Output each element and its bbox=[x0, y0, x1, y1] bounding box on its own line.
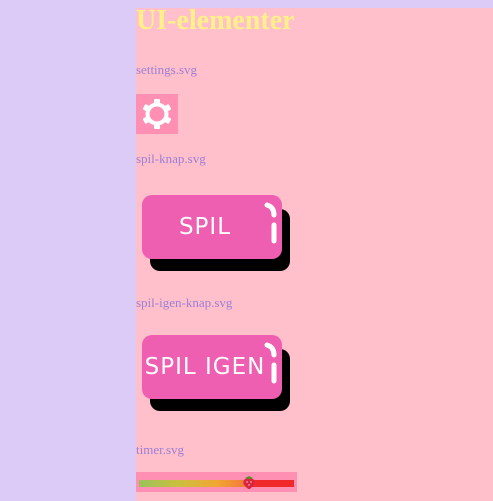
play-again-button[interactable]: SPIL IGEN bbox=[136, 335, 296, 415]
play-again-button-label: SPIL IGEN bbox=[144, 354, 266, 380]
button-shine-icon bbox=[264, 202, 277, 244]
play-button-label: SPIL bbox=[178, 214, 232, 240]
timer-caption: timer.svg bbox=[136, 442, 185, 457]
timer-fill bbox=[139, 480, 250, 487]
timer-track bbox=[139, 480, 294, 487]
settings-button[interactable] bbox=[136, 94, 178, 134]
play-button-face: SPIL bbox=[142, 195, 282, 259]
play-again-button-face: SPIL IGEN bbox=[142, 335, 282, 399]
settings-caption: settings.svg bbox=[136, 62, 198, 77]
button-shine-icon bbox=[264, 342, 277, 384]
spil-knap-caption: spil-knap.svg bbox=[136, 151, 206, 166]
play-button[interactable]: SPIL bbox=[136, 195, 296, 275]
timer bbox=[136, 472, 297, 492]
strawberry-icon bbox=[243, 476, 255, 489]
gear-icon bbox=[142, 99, 172, 129]
spil-igen-knap-caption: spil-igen-knap.svg bbox=[136, 295, 233, 310]
page-title: UI-elementer bbox=[136, 5, 295, 36]
